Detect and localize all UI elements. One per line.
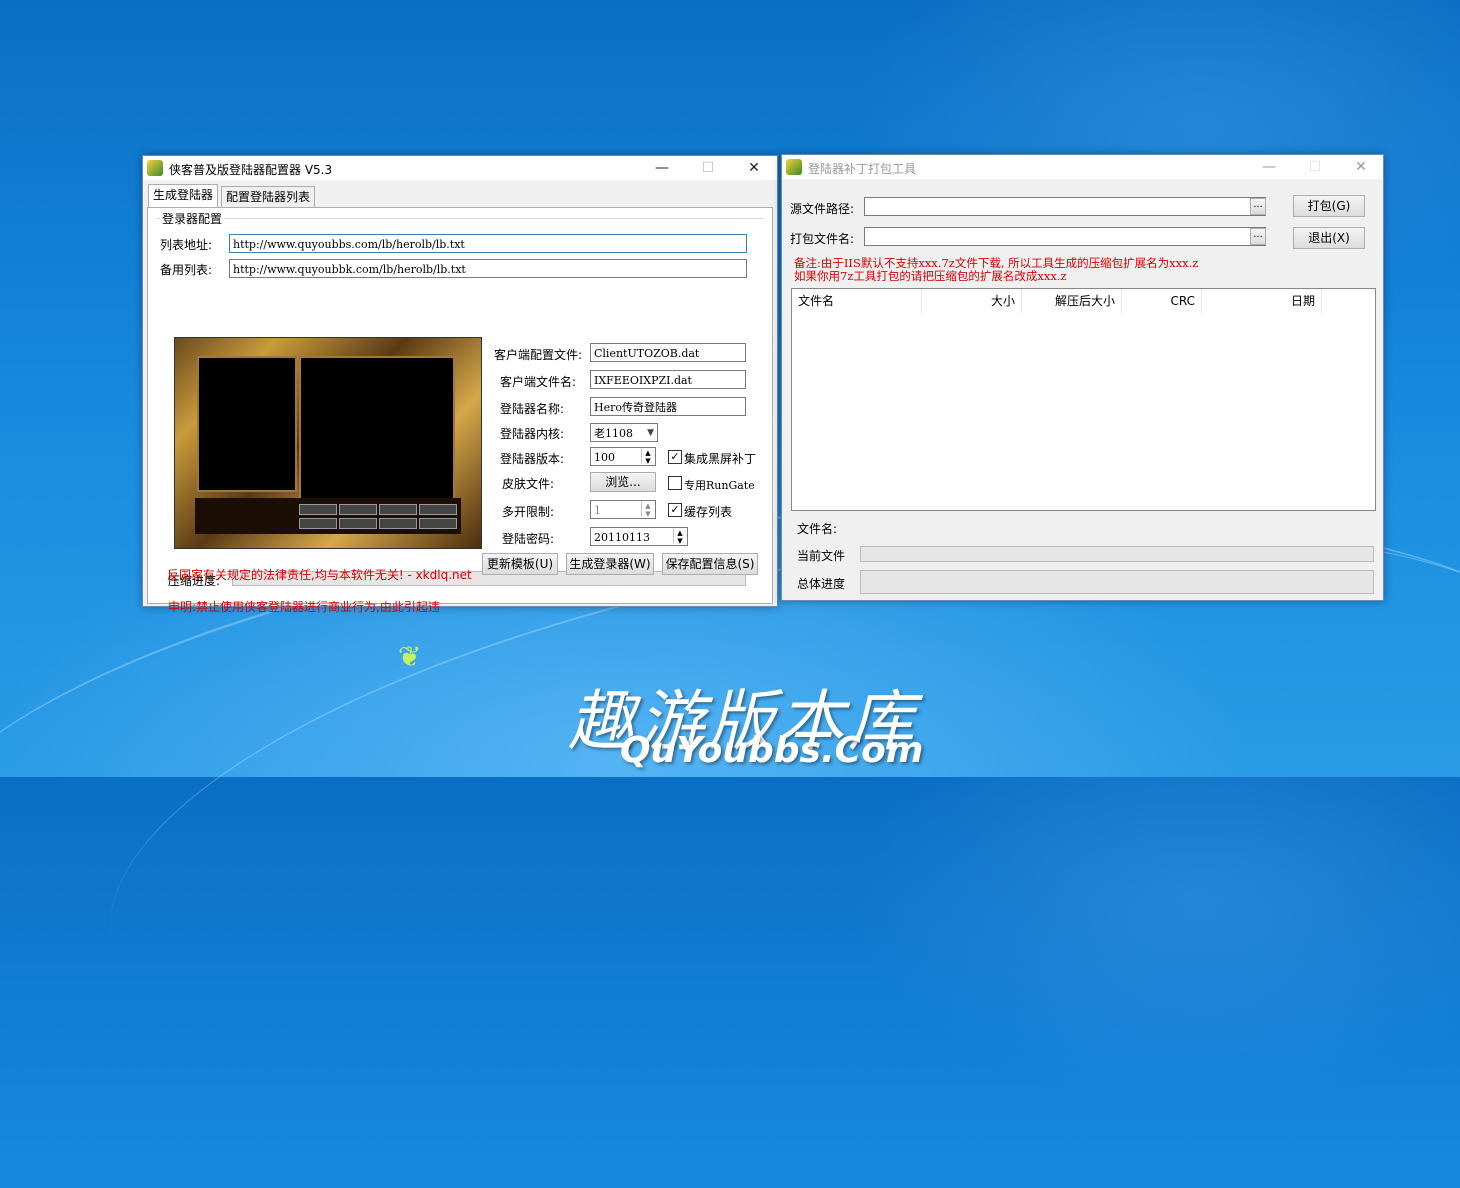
pack-name-label: 打包文件名: — [790, 232, 855, 246]
spin-buttons[interactable]: ▲ ▼ — [641, 502, 654, 517]
browse-source-button[interactable]: ... — [1250, 198, 1266, 215]
core-select[interactable]: 老1108 ▼ — [590, 423, 658, 442]
current-file-progress — [860, 546, 1374, 562]
core-label: 登陆器内核: — [500, 427, 565, 441]
multi-open-label: 多开限制: — [502, 505, 555, 519]
spin-up-icon[interactable]: ▲ — [642, 449, 654, 457]
password-label: 登陆密码: — [502, 532, 555, 546]
notice-line-1: 申明:禁止使用侠客登陆器进行商业行为,由此引起违 — [168, 600, 440, 614]
rungate-checkbox[interactable] — [668, 476, 682, 490]
source-path-input[interactable] — [864, 197, 1266, 216]
spin-down-icon[interactable]: ▼ — [642, 457, 654, 465]
app-icon — [147, 160, 163, 176]
tab-generate[interactable]: 生成登陆器 — [148, 184, 219, 208]
title-bar[interactable]: 侠客普及版登陆器配置器 V5.3 — ☐ ✕ — [143, 156, 777, 180]
backup-url-label: 备用列表: — [160, 263, 213, 277]
preview-button — [419, 518, 457, 529]
minimize-button[interactable]: — — [639, 156, 685, 180]
list-url-label: 列表地址: — [160, 238, 213, 252]
close-button[interactable]: ✕ — [1338, 155, 1384, 179]
close-button[interactable]: ✕ — [731, 156, 777, 180]
column-header-filename[interactable]: 文件名 — [792, 289, 922, 313]
preview-bottom-bar — [195, 498, 461, 534]
note-line-2: 如果你用7z工具打包的请把压缩包的扩展名改成xxx.z — [794, 269, 1067, 283]
preview-button — [299, 504, 337, 515]
total-progress-bar — [860, 570, 1374, 594]
preview-button — [339, 518, 377, 529]
client-name-input[interactable]: IXFEEOIXPZI.dat — [590, 370, 746, 389]
cache-list-label: 缓存列表 — [684, 505, 733, 519]
title-bar[interactable]: 登陆器补丁打包工具 — ☐ ✕ — [782, 155, 1383, 179]
launcher-config-window: 侠客普及版登陆器配置器 V5.3 — ☐ ✕ 生成登陆器 配置登陆器列表 登录器… — [142, 155, 778, 614]
black-screen-label: 集成黑屏补丁 — [684, 452, 757, 466]
password-stepper[interactable]: 20110113 ▲ ▼ — [590, 527, 688, 546]
wallpaper-leaf-icon: ❦ — [398, 640, 422, 673]
version-value: 100 — [594, 451, 615, 464]
preview-button — [299, 518, 337, 529]
maximize-button[interactable]: ☐ — [1292, 155, 1338, 179]
preview-left-panel — [197, 356, 297, 492]
pack-name-input[interactable] — [864, 227, 1266, 246]
total-progress-label: 总体进度 — [797, 577, 846, 591]
window-title: 侠客普及版登陆器配置器 V5.3 — [169, 163, 333, 177]
app-icon — [786, 159, 802, 175]
preview-button — [379, 518, 417, 529]
spin-up-icon[interactable]: ▲ — [674, 529, 686, 537]
watermark-site: QuYoubbs.Com — [620, 730, 924, 771]
preview-right-panel — [299, 356, 455, 502]
skin-preview-image — [174, 337, 482, 549]
current-file-label: 当前文件 — [797, 549, 846, 563]
column-header-crc[interactable]: CRC — [1122, 289, 1202, 313]
spin-down-icon[interactable]: ▼ — [674, 537, 686, 545]
version-label: 登陆器版本: — [500, 452, 565, 466]
preview-button — [339, 504, 377, 515]
pack-button[interactable]: 打包(G) — [1293, 195, 1365, 217]
multi-open-value: 1 — [594, 504, 601, 517]
client-config-label: 客户端配置文件: — [494, 348, 583, 362]
maximize-button[interactable]: ☐ — [685, 156, 731, 180]
browse-pack-button[interactable]: ... — [1250, 228, 1266, 245]
spin-up-icon[interactable]: ▲ — [642, 502, 654, 510]
browse-skin-button[interactable]: 浏览... — [590, 472, 656, 492]
cache-list-checkbox[interactable]: ✓ — [668, 503, 682, 517]
column-header-unpacked-size[interactable]: 解压后大小 — [1022, 289, 1122, 313]
exit-button[interactable]: 退出(X) — [1293, 227, 1365, 249]
group-label: 登录器配置 — [160, 210, 225, 227]
patch-packer-window: 登陆器补丁打包工具 — ☐ ✕ 源文件路径: ... 打包文件名: ... 打包… — [781, 154, 1384, 601]
backup-url-input[interactable]: http://www.quyoubbk.com/lb/herolb/lb.txt — [229, 259, 747, 278]
version-stepper[interactable]: 100 ▲ ▼ — [590, 447, 656, 466]
password-value: 20110113 — [594, 531, 650, 544]
core-select-value: 老1108 — [594, 427, 633, 440]
preview-button — [419, 504, 457, 515]
minimize-button[interactable]: — — [1246, 155, 1292, 179]
launcher-name-input[interactable]: Hero传奇登陆器 — [590, 397, 746, 416]
notice-line-2: 反国家有关规定的法律责任,均与本软件无关! - xkdlq.net — [167, 568, 472, 582]
black-screen-checkbox[interactable]: ✓ — [668, 450, 682, 464]
spin-buttons[interactable]: ▲ ▼ — [641, 449, 654, 464]
client-config-input[interactable]: ClientUTOZOB.dat — [590, 343, 746, 362]
chevron-down-icon[interactable]: ▼ — [647, 424, 654, 441]
launcher-name-label: 登陆器名称: — [500, 402, 565, 416]
file-list[interactable]: 文件名 大小 解压后大小 CRC 日期 — [791, 288, 1376, 511]
skin-label: 皮肤文件: — [502, 477, 555, 491]
window-title: 登陆器补丁打包工具 — [808, 162, 917, 176]
multi-open-stepper[interactable]: 1 ▲ ▼ — [590, 500, 656, 519]
tab-panel: 登录器配置 列表地址: http://www.quyoubbs.com/lb/h… — [147, 207, 773, 614]
column-header-size[interactable]: 大小 — [922, 289, 1022, 313]
save-config-button[interactable]: 保存配置信息(S) — [662, 553, 758, 575]
filename-status-label: 文件名: — [797, 522, 838, 536]
list-url-input[interactable]: http://www.quyoubbs.com/lb/herolb/lb.txt — [229, 234, 747, 253]
generate-launcher-button[interactable]: 生成登录器(W) — [566, 553, 654, 575]
column-header-date[interactable]: 日期 — [1202, 289, 1322, 313]
group-divider — [156, 218, 764, 231]
update-template-button[interactable]: 更新模板(U) — [482, 553, 558, 575]
source-path-label: 源文件路径: — [790, 202, 855, 216]
spin-buttons[interactable]: ▲ ▼ — [673, 529, 686, 544]
tab-config-list[interactable]: 配置登陆器列表 — [221, 186, 316, 207]
rungate-label: 专用RunGate — [684, 479, 755, 492]
spin-down-icon[interactable]: ▼ — [642, 510, 654, 518]
preview-button — [379, 504, 417, 515]
client-name-label: 客户端文件名: — [500, 375, 577, 389]
